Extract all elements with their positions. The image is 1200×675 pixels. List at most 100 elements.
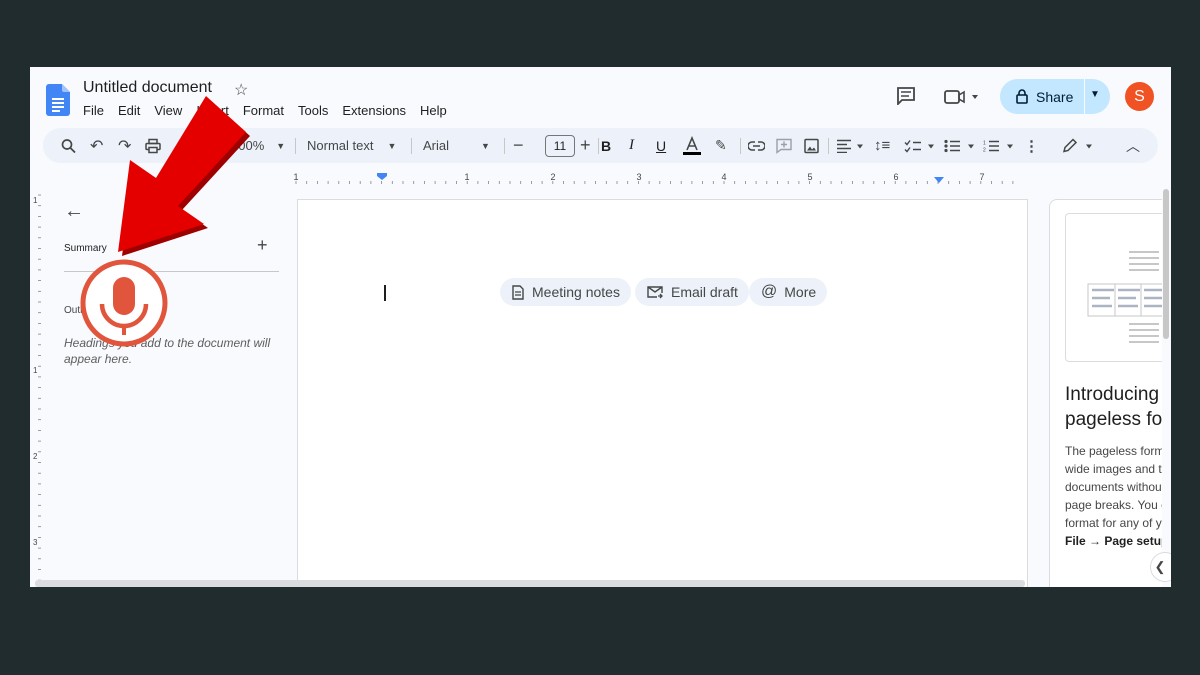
add-summary-plus-icon[interactable]: + [257, 235, 268, 256]
hide-menus-chevron-up-icon[interactable]: ︿ [1126, 128, 1140, 163]
summary-label: Summary [64, 243, 107, 254]
font-value: Arial [423, 138, 450, 153]
chevron-down-icon: ▼ [481, 140, 490, 151]
intro-line: wide images and tables, and [1065, 462, 1162, 476]
toolbar-divider [828, 138, 829, 154]
divider [64, 271, 279, 272]
share-label: Share [1036, 88, 1074, 105]
menu-edit[interactable]: Edit [118, 103, 140, 118]
document-title[interactable]: Untitled document [83, 79, 212, 97]
zoom-select[interactable]: 100% ▼ [231, 128, 285, 163]
chip-label: More [784, 284, 817, 300]
comment-history-icon[interactable] [896, 87, 916, 105]
ruler-number: 2 [33, 452, 38, 461]
ruler-number: 3 [636, 172, 641, 182]
lock-icon [1016, 89, 1028, 104]
editing-mode-icon[interactable] [1062, 138, 1096, 154]
star-icon[interactable]: ☆ [234, 80, 248, 100]
menu-view[interactable]: View [154, 103, 182, 118]
intro-line: documents without [1065, 480, 1162, 494]
document-page[interactable]: Meeting notes Email draft @ More [297, 199, 1028, 587]
toolbar-divider [598, 138, 599, 154]
chevron-down-icon: ▼ [387, 140, 397, 151]
underline-icon[interactable]: U [656, 128, 666, 163]
svg-text:1: 1 [983, 141, 986, 147]
toolbar-divider [295, 138, 296, 154]
ruler-number: 2 [550, 172, 555, 182]
avatar[interactable]: S [1125, 82, 1154, 111]
text-cursor [384, 285, 386, 301]
italic-icon[interactable]: I [629, 128, 634, 163]
line-spacing-icon[interactable]: ↕≡ [874, 128, 890, 163]
search-menus-icon[interactable] [61, 138, 76, 154]
decrease-font-size-icon[interactable]: − [513, 128, 524, 163]
page-setup-path[interactable]: File → Page setup [1065, 532, 1162, 550]
menu-tools[interactable]: Tools [298, 103, 328, 118]
menu-insert[interactable]: Insert [196, 103, 229, 118]
numbered-list-icon[interactable]: 12 [983, 139, 1015, 153]
ruler-number: 5 [807, 172, 812, 182]
svg-text:2: 2 [983, 148, 986, 154]
share-divider [1084, 79, 1085, 114]
ruler-number: 1 [33, 366, 38, 375]
add-comment-icon[interactable] [776, 138, 792, 154]
ruler-number: 1 [293, 172, 298, 182]
back-arrow-icon[interactable]: ← [64, 200, 84, 223]
docs-logo-icon[interactable] [46, 84, 70, 116]
menu-help[interactable]: Help [420, 103, 447, 118]
email-draft-chip[interactable]: Email draft [635, 278, 749, 306]
chip-label: Email draft [671, 284, 738, 300]
meeting-notes-chip[interactable]: Meeting notes [500, 278, 631, 306]
font-size-input[interactable]: 11 [545, 135, 575, 157]
menu-format[interactable]: Format [243, 103, 284, 118]
align-left-icon[interactable] [836, 139, 864, 153]
increase-font-size-icon[interactable]: + [580, 128, 591, 163]
at-sign-icon: @ [761, 283, 778, 300]
insert-image-icon[interactable] [804, 138, 819, 154]
ruler-number: 1 [464, 172, 469, 182]
text-color-icon[interactable] [682, 136, 702, 156]
intro-line: format for any of your documents in [1065, 516, 1162, 530]
ruler-number: 1 [33, 196, 38, 205]
ruler-number: 6 [893, 172, 898, 182]
menu-file[interactable]: File [83, 103, 104, 118]
insert-link-icon[interactable] [748, 140, 765, 152]
more-options-icon[interactable]: ⋮ [1024, 128, 1039, 163]
document-icon [512, 284, 524, 300]
bold-icon[interactable]: B [601, 128, 611, 163]
horizontal-scrollbar[interactable] [35, 580, 1025, 587]
menu-extensions[interactable]: Extensions [342, 103, 406, 118]
toolbar: ↶ ↷ 100% ▼ Normal text ▼ Arial ▼ − 11 + B I… [43, 128, 1158, 163]
toolbar-divider [504, 138, 505, 154]
email-icon [647, 285, 663, 298]
undo-icon[interactable]: ↶ [90, 128, 103, 163]
intro-line: The pageless format supports [1065, 444, 1162, 458]
toolbar-divider [740, 138, 741, 154]
outline-label: Outline [64, 305, 96, 316]
ruler-number: 4 [721, 172, 726, 182]
right-indent-marker-icon[interactable] [934, 177, 944, 183]
meet-video-icon[interactable] [944, 89, 978, 105]
horizontal-ruler[interactable]: 1 1 2 3 4 5 6 7 [285, 170, 1030, 186]
pageless-intro-panel: Introducing pageless format The pageless… [1049, 199, 1162, 587]
font-select[interactable]: Arial ▼ [423, 128, 490, 163]
share-button[interactable]: Share ▼ [1000, 79, 1110, 114]
vertical-scrollbar[interactable] [1161, 185, 1171, 587]
style-select[interactable]: Normal text ▼ [307, 128, 396, 163]
intro-line: page breaks. You can change the [1065, 498, 1162, 512]
left-indent-marker-icon[interactable] [377, 173, 387, 180]
more-chip[interactable]: @ More [749, 278, 828, 306]
print-icon[interactable] [145, 138, 161, 154]
chevron-down-icon: ▼ [276, 140, 286, 151]
ruler-number: 3 [33, 538, 38, 547]
docs-window: Untitled document ☆ File Edit View Inser… [30, 67, 1171, 587]
vertical-ruler[interactable]: 1 1 2 3 [30, 187, 42, 587]
highlight-color-icon[interactable]: ✎ [715, 128, 727, 163]
style-value: Normal text [307, 138, 374, 153]
checklist-icon[interactable] [904, 139, 936, 153]
bulleted-list-icon[interactable] [944, 139, 976, 153]
scroll-thumb[interactable] [1163, 189, 1169, 339]
share-dropdown-icon[interactable]: ▼ [1090, 89, 1100, 100]
pageless-illustration [1065, 213, 1162, 362]
redo-icon[interactable]: ↷ [118, 128, 131, 163]
